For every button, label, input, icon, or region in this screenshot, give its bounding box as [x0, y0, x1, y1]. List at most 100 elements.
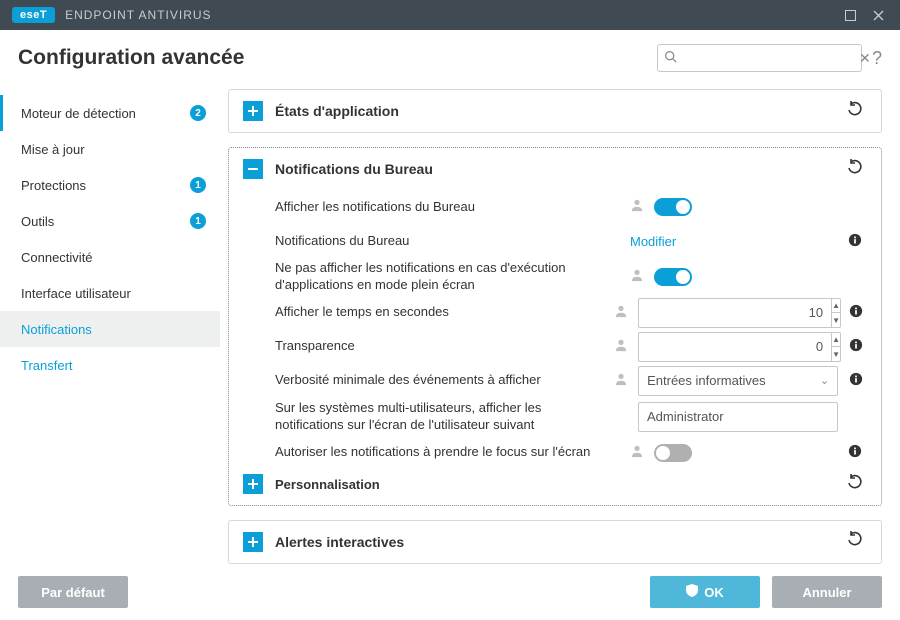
toggle-allow-focus[interactable]	[654, 444, 692, 462]
info-button[interactable]	[844, 338, 867, 355]
user-context-icon	[630, 268, 644, 286]
search-input[interactable]	[681, 51, 857, 66]
titlebar: eseT ENDPOINT ANTIVIRUS	[0, 0, 900, 30]
info-button[interactable]	[844, 304, 867, 321]
row-label: Autoriser les notifications à prendre le…	[275, 444, 630, 461]
verbosity-select[interactable]: Entrées informatives ⌄	[638, 366, 838, 396]
sidebar-item-transfer[interactable]: Transfert	[0, 347, 220, 383]
info-button[interactable]	[844, 372, 867, 389]
transparency-input[interactable]	[638, 332, 831, 362]
page-title: Configuration avancée	[18, 46, 244, 70]
user-context-icon	[614, 304, 628, 322]
sidebar-item-label: Protections	[21, 178, 184, 193]
sidebar-item-detection-engine[interactable]: Moteur de détection 2	[0, 95, 220, 131]
search-icon	[664, 50, 677, 66]
seconds-stepper[interactable]: ▲ ▼	[638, 298, 838, 328]
revert-button[interactable]	[843, 101, 867, 122]
default-button[interactable]: Par défaut	[18, 576, 128, 608]
expand-button[interactable]	[243, 101, 263, 121]
count-badge: 1	[190, 213, 206, 229]
toggle-fullscreen-suppress[interactable]	[654, 268, 692, 286]
cancel-button[interactable]: Annuler	[772, 576, 882, 608]
undo-icon	[847, 101, 863, 117]
info-icon	[849, 304, 863, 318]
sidebar-item-label: Moteur de détection	[21, 106, 184, 121]
modify-link[interactable]: Modifier	[630, 234, 676, 249]
expand-button[interactable]	[243, 474, 263, 494]
row-configure-notifications: Notifications du Bureau Modifier	[275, 224, 867, 258]
brand-badge: eseT	[12, 7, 55, 23]
sidebar-item-label: Interface utilisateur	[21, 286, 206, 301]
brand-text: ENDPOINT ANTIVIRUS	[65, 8, 211, 22]
undo-icon	[847, 159, 863, 175]
row-multiuser-target: Sur les systèmes multi-utilisateurs, aff…	[275, 398, 867, 436]
revert-button[interactable]	[843, 474, 867, 495]
panel-desktop-notifications: Notifications du Bureau Afficher les not…	[228, 147, 882, 506]
expand-button[interactable]	[243, 532, 263, 552]
subsection-customization[interactable]: Personnalisation	[243, 474, 867, 495]
window-maximize-button[interactable]	[836, 1, 864, 29]
sidebar-item-update[interactable]: Mise à jour	[0, 131, 220, 167]
spinner[interactable]: ▲ ▼	[831, 332, 841, 362]
info-icon	[848, 444, 862, 458]
spin-down-button[interactable]: ▼	[832, 347, 840, 361]
window-close-button[interactable]	[864, 1, 892, 29]
seconds-input[interactable]	[638, 298, 831, 328]
panel-header[interactable]: États d'application	[229, 90, 881, 132]
search-field[interactable]: ✕	[657, 44, 862, 72]
panel-title: Alertes interactives	[275, 534, 843, 550]
sidebar-item-label: Notifications	[21, 322, 206, 337]
plus-icon	[247, 536, 259, 548]
sidebar-item-tools[interactable]: Outils 1	[0, 203, 220, 239]
row-label: Verbosité minimale des événements à affi…	[275, 372, 614, 389]
help-button[interactable]: ?	[872, 48, 882, 69]
toggle-show-notifications[interactable]	[654, 198, 692, 216]
collapse-button[interactable]	[243, 159, 263, 179]
info-button[interactable]	[843, 444, 867, 461]
row-label: Ne pas afficher les notifications en cas…	[275, 260, 630, 294]
chevron-down-icon: ⌄	[820, 374, 829, 387]
button-label: Par défaut	[41, 585, 105, 600]
info-icon	[848, 233, 862, 247]
user-context-icon	[614, 338, 628, 356]
user-context-icon	[630, 198, 644, 216]
plus-icon	[247, 478, 259, 490]
row-allow-focus: Autoriser les notifications à prendre le…	[275, 436, 867, 470]
sidebar: Moteur de détection 2 Mise à jour Protec…	[0, 83, 220, 564]
panel-header[interactable]: Notifications du Bureau	[229, 148, 881, 190]
plus-icon	[247, 105, 259, 117]
sidebar-item-connectivity[interactable]: Connectivité	[0, 239, 220, 275]
revert-button[interactable]	[843, 531, 867, 552]
spin-up-button[interactable]: ▲	[832, 333, 840, 348]
sidebar-item-notifications[interactable]: Notifications	[0, 311, 220, 347]
panel-interactive-alerts: Alertes interactives	[228, 520, 882, 564]
row-verbosity: Verbosité minimale des événements à affi…	[275, 364, 867, 398]
shield-icon	[686, 584, 698, 600]
undo-icon	[847, 474, 863, 490]
square-icon	[845, 10, 856, 21]
search-clear-button[interactable]: ✕	[857, 50, 873, 67]
panel-header[interactable]: Alertes interactives	[229, 521, 881, 563]
row-label: Afficher les notifications du Bureau	[275, 199, 630, 216]
row-label: Transparence	[275, 338, 614, 355]
multiuser-input[interactable]	[638, 402, 838, 432]
info-button[interactable]	[843, 233, 867, 250]
sidebar-item-ui[interactable]: Interface utilisateur	[0, 275, 220, 311]
close-icon	[873, 10, 884, 21]
spinner[interactable]: ▲ ▼	[831, 298, 841, 328]
main-content: États d'application Notifications du Bur…	[220, 83, 900, 564]
user-context-icon	[614, 372, 628, 390]
row-label: Afficher le temps en secondes	[275, 304, 614, 321]
spin-down-button[interactable]: ▼	[832, 313, 840, 327]
revert-button[interactable]	[843, 159, 867, 180]
ok-button[interactable]: OK	[650, 576, 760, 608]
panel-title: États d'application	[275, 103, 843, 119]
spin-up-button[interactable]: ▲	[832, 299, 840, 314]
transparency-stepper[interactable]: ▲ ▼	[638, 332, 838, 362]
select-value: Entrées informatives	[647, 373, 766, 388]
info-icon	[849, 338, 863, 352]
sidebar-item-protections[interactable]: Protections 1	[0, 167, 220, 203]
count-badge: 2	[190, 105, 206, 121]
sidebar-item-label: Mise à jour	[21, 142, 206, 157]
sidebar-item-label: Outils	[21, 214, 184, 229]
